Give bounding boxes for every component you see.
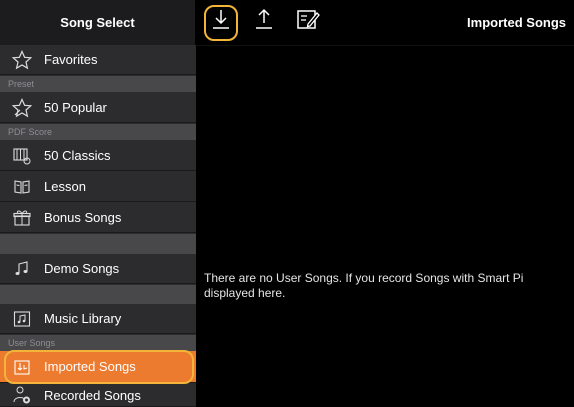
sidebar-item-recorded-songs[interactable]: Recorded Songs (0, 384, 196, 407)
music-library-icon (12, 309, 32, 329)
sidebar-item-favorites[interactable]: Favorites (0, 45, 196, 75)
sidebar-item-50-classics[interactable]: 50 Classics (0, 141, 196, 171)
section-header-preset: Preset (0, 76, 196, 92)
open-book-icon (12, 177, 32, 197)
sidebar-item-label: Demo Songs (44, 261, 120, 276)
page-title: Imported Songs (467, 15, 566, 30)
sidebar-item-label: 50 Popular (44, 100, 107, 115)
sidebar-item-label: Favorites (44, 52, 98, 67)
toolbar: Imported Songs (196, 0, 574, 45)
piano-keys-icon (12, 146, 32, 166)
import-button[interactable] (208, 8, 234, 36)
section-spacer (0, 285, 196, 304)
section-header-pdf-score: PDF Score (0, 124, 196, 140)
star-burst-icon (12, 97, 32, 118)
sidebar-item-label: Recorded Songs (44, 387, 141, 403)
edit-note-icon (296, 8, 320, 37)
sidebar-item-label: Music Library (44, 311, 122, 326)
import-icon (12, 357, 32, 377)
sidebar-item-50-popular[interactable]: 50 Popular (0, 93, 196, 123)
empty-state-message: There are no User Songs. If you record S… (204, 271, 524, 300)
sidebar-item-label: Lesson (44, 179, 86, 194)
export-button[interactable] (251, 8, 277, 36)
gift-icon (12, 208, 32, 228)
sidebar-item-label: Bonus Songs (44, 210, 122, 225)
upload-tray-icon (253, 8, 275, 37)
sidebar-item-demo-songs[interactable]: Demo Songs (0, 254, 196, 284)
section-header-user-songs: User Songs (0, 335, 196, 351)
sidebar-item-imported-songs[interactable]: Imported Songs (0, 351, 196, 383)
sidebar-item-label: 50 Classics (44, 148, 111, 163)
section-spacer (0, 234, 196, 254)
sidebar-item-lesson[interactable]: Lesson (0, 172, 196, 202)
music-notes-icon (12, 259, 32, 279)
sidebar-title: Song Select (0, 0, 196, 45)
download-tray-icon (210, 8, 232, 37)
sidebar-item-label: Imported Songs (44, 359, 136, 374)
sidebar: Song Select Favorites Preset 50 Popular … (0, 0, 196, 407)
sidebar-item-bonus-songs[interactable]: Bonus Songs (0, 203, 196, 233)
edit-button[interactable] (295, 8, 321, 36)
sidebar-item-music-library[interactable]: Music Library (0, 304, 196, 334)
divider (196, 45, 574, 46)
star-outline-icon (12, 49, 32, 70)
record-icon (12, 385, 32, 405)
